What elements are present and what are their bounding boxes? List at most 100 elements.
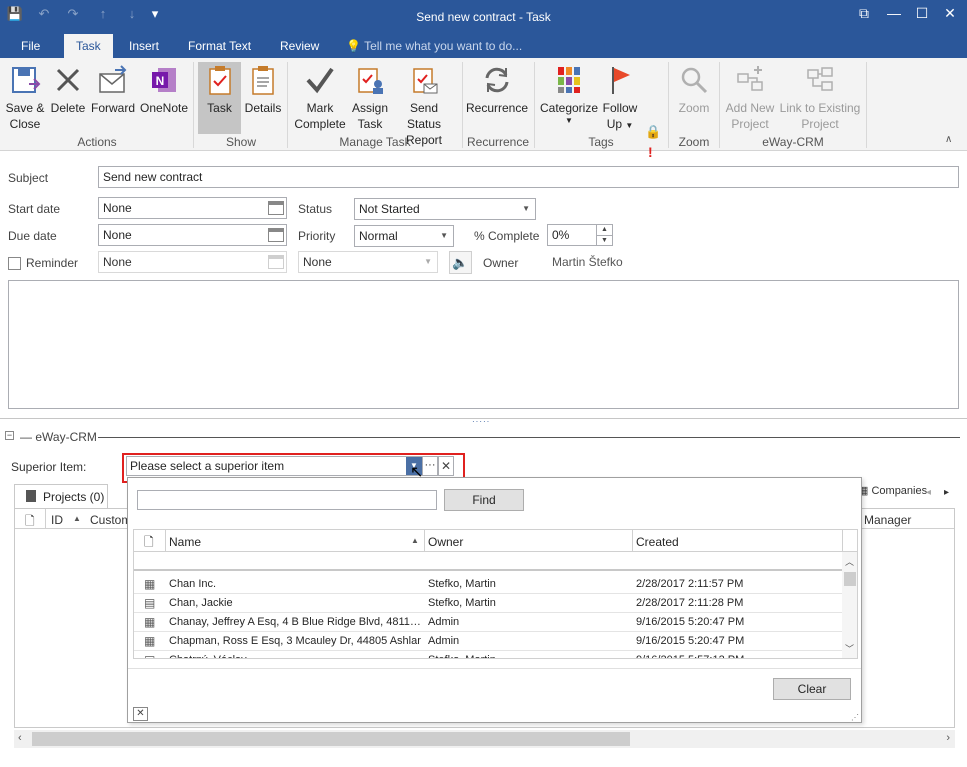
save-close-button[interactable]: Save & Close (4, 62, 46, 132)
due-date-field[interactable]: None (98, 224, 287, 246)
tab-projects[interactable]: Projects (0) (14, 484, 108, 508)
ribbon-display-options-icon[interactable]: ⧉ (852, 5, 876, 25)
scrollbar-thumb[interactable] (32, 732, 630, 746)
group-separator (462, 62, 463, 148)
onenote-button[interactable]: N OneNote (139, 62, 189, 116)
popup-results-grid: 🗋 Name ▲ Owner Created ▦ Chan Inc. Stefko,… (133, 529, 858, 659)
delete-x-icon (56, 68, 80, 92)
column-manager[interactable]: Manager (864, 513, 911, 527)
popup-search-input[interactable] (137, 490, 437, 510)
popup-rows: ▦ Chan Inc. Stefko, Martin 2/28/2017 2:11:5… (134, 530, 842, 658)
table-row[interactable]: ▤ Chatrný, Václav Stefko, Martin 9/16/2015 … (134, 651, 842, 658)
group-label-show: Show (225, 135, 257, 149)
tab-file[interactable]: File (21, 39, 40, 53)
tab-insert[interactable]: Insert (129, 39, 159, 53)
table-row[interactable]: ▦ Chapman, Ross E Esq, 3 Mcauley Dr, 4480… (134, 632, 842, 651)
priority-label: Priority (298, 229, 336, 243)
onenote-icon: N (152, 68, 176, 92)
calendar-icon[interactable] (268, 228, 284, 242)
tab-review[interactable]: Review (280, 39, 319, 53)
scroll-right-icon[interactable]: › (946, 732, 950, 744)
tab-companies[interactable]: ▦ Companies (858, 484, 928, 508)
collapse-ribbon-icon[interactable]: ∧ (945, 134, 952, 145)
tell-me-box[interactable]: 💡 Tell me what you want to do... (346, 39, 522, 53)
tab-scroll-left-icon[interactable]: ◂ (926, 487, 931, 498)
company-icon: ▦ (144, 577, 156, 591)
tab-format-text[interactable]: Format Text (188, 39, 251, 53)
task-body-textarea[interactable] (8, 280, 959, 409)
checkmark-icon (306, 67, 334, 94)
calendar-icon[interactable] (268, 255, 284, 269)
browse-ellipsis-button[interactable]: ··· (422, 456, 438, 476)
table-row[interactable]: ▦ Chanay, Jeffrey A Esq, 4 B Blue Ridge B… (134, 613, 842, 632)
resize-grip-icon[interactable]: ⋰ (851, 713, 859, 722)
mark-complete-button[interactable]: Mark Complete (292, 62, 348, 132)
group-label-tags: Tags (588, 135, 614, 149)
reminder-checkbox[interactable] (8, 257, 21, 270)
group-label-actions: Actions (77, 135, 117, 149)
recurrence-icon (485, 67, 509, 93)
tab-scroll-right-icon[interactable]: ▸ (944, 487, 949, 498)
scrollbar-thumb[interactable] (844, 572, 856, 586)
priority-dropdown[interactable]: Normal ▼ (354, 225, 454, 247)
chevron-down-icon: ▼ (565, 116, 573, 125)
column-id[interactable]: ID (51, 513, 63, 527)
start-date-field[interactable]: None (98, 197, 287, 219)
row-created: 2/28/2017 2:11:57 PM (636, 578, 744, 590)
section-rule (98, 437, 960, 438)
chevron-down-icon: ▼ (424, 257, 432, 266)
show-task-button[interactable]: Task (198, 62, 241, 134)
percent-complete-label: % Complete (474, 229, 540, 243)
calendar-icon[interactable] (268, 201, 284, 215)
contact-card-icon: ▤ (144, 596, 156, 610)
scroll-up-icon[interactable]: ︿ (845, 555, 854, 568)
popup-vertical-scrollbar[interactable]: ︿ ﹀ (842, 552, 857, 658)
add-new-project-button[interactable]: Add New Project (724, 62, 776, 132)
subject-label: Subject (8, 171, 49, 185)
status-dropdown[interactable]: Not Started ▼ (354, 198, 536, 220)
row-owner: Admin (428, 635, 460, 647)
tab-task[interactable]: Task (64, 34, 113, 58)
scroll-left-icon[interactable]: ‹ (18, 732, 22, 744)
table-row[interactable]: ▦ Chan Inc. Stefko, Martin 2/28/2017 2:11:5… (134, 575, 842, 594)
maximize-icon[interactable]: ☐ (910, 5, 934, 25)
collapse-section-icon[interactable]: − (5, 431, 14, 440)
forward-button[interactable]: Forward (90, 62, 136, 116)
row-name: Chan, Jackie (169, 597, 233, 609)
assign-task-button[interactable]: Assign Task (350, 62, 390, 132)
delete-button[interactable]: Delete (50, 62, 86, 116)
horizontal-scrollbar[interactable]: ‹ › (14, 730, 955, 748)
clear-button[interactable]: Clear (773, 678, 851, 700)
splitter-grip-icon[interactable]: ····· (472, 417, 490, 426)
window-title: Send new contract - Task (416, 10, 551, 24)
minimize-icon[interactable]: — (882, 5, 906, 25)
chevron-down-icon: ▼ (625, 121, 634, 130)
close-icon[interactable]: ✕ (938, 5, 962, 25)
follow-up-button[interactable]: Follow Up ▼ (601, 62, 639, 134)
reminder-date-field[interactable]: None (98, 251, 287, 273)
flag-icon (612, 67, 630, 94)
eway-section-title: — eWay-CRM (20, 430, 97, 444)
superior-item-combobox[interactable]: Please select a superior item ▼ (126, 456, 423, 476)
svg-text:N: N (156, 74, 165, 88)
close-popup-icon[interactable]: ✕ (133, 707, 148, 721)
zoom-button[interactable]: Zoom (673, 62, 715, 116)
link-existing-project-button[interactable]: Link to Existing Project (779, 62, 861, 132)
show-details-button[interactable]: Details (243, 62, 283, 116)
group-label-eway-crm: eWay-CRM (762, 135, 824, 149)
categorize-button[interactable]: Categorize ▼ (539, 62, 599, 126)
clear-superior-icon[interactable]: ✕ (438, 456, 454, 476)
percent-complete-spinner[interactable]: 0% ▲ ▼ (547, 224, 613, 246)
subject-field[interactable]: Send new contract (98, 166, 959, 188)
spin-up-icon[interactable]: ▲ (596, 225, 612, 235)
recurrence-button[interactable]: Recurrence (466, 62, 528, 116)
spin-down-icon[interactable]: ▼ (596, 235, 612, 245)
scroll-down-icon[interactable]: ﹀ (845, 642, 854, 655)
table-row[interactable]: ▤ Chan, Jackie Stefko, Martin 2/28/2017 2:1… (134, 594, 842, 613)
group-label-zoom: Zoom (678, 135, 710, 149)
start-date-label: Start date (8, 202, 61, 216)
add-project-icon (737, 66, 763, 91)
find-button[interactable]: Find (444, 489, 524, 511)
reminder-sound-icon[interactable]: 🔈 (449, 251, 472, 274)
reminder-time-dropdown[interactable]: None ▼ (298, 251, 438, 273)
